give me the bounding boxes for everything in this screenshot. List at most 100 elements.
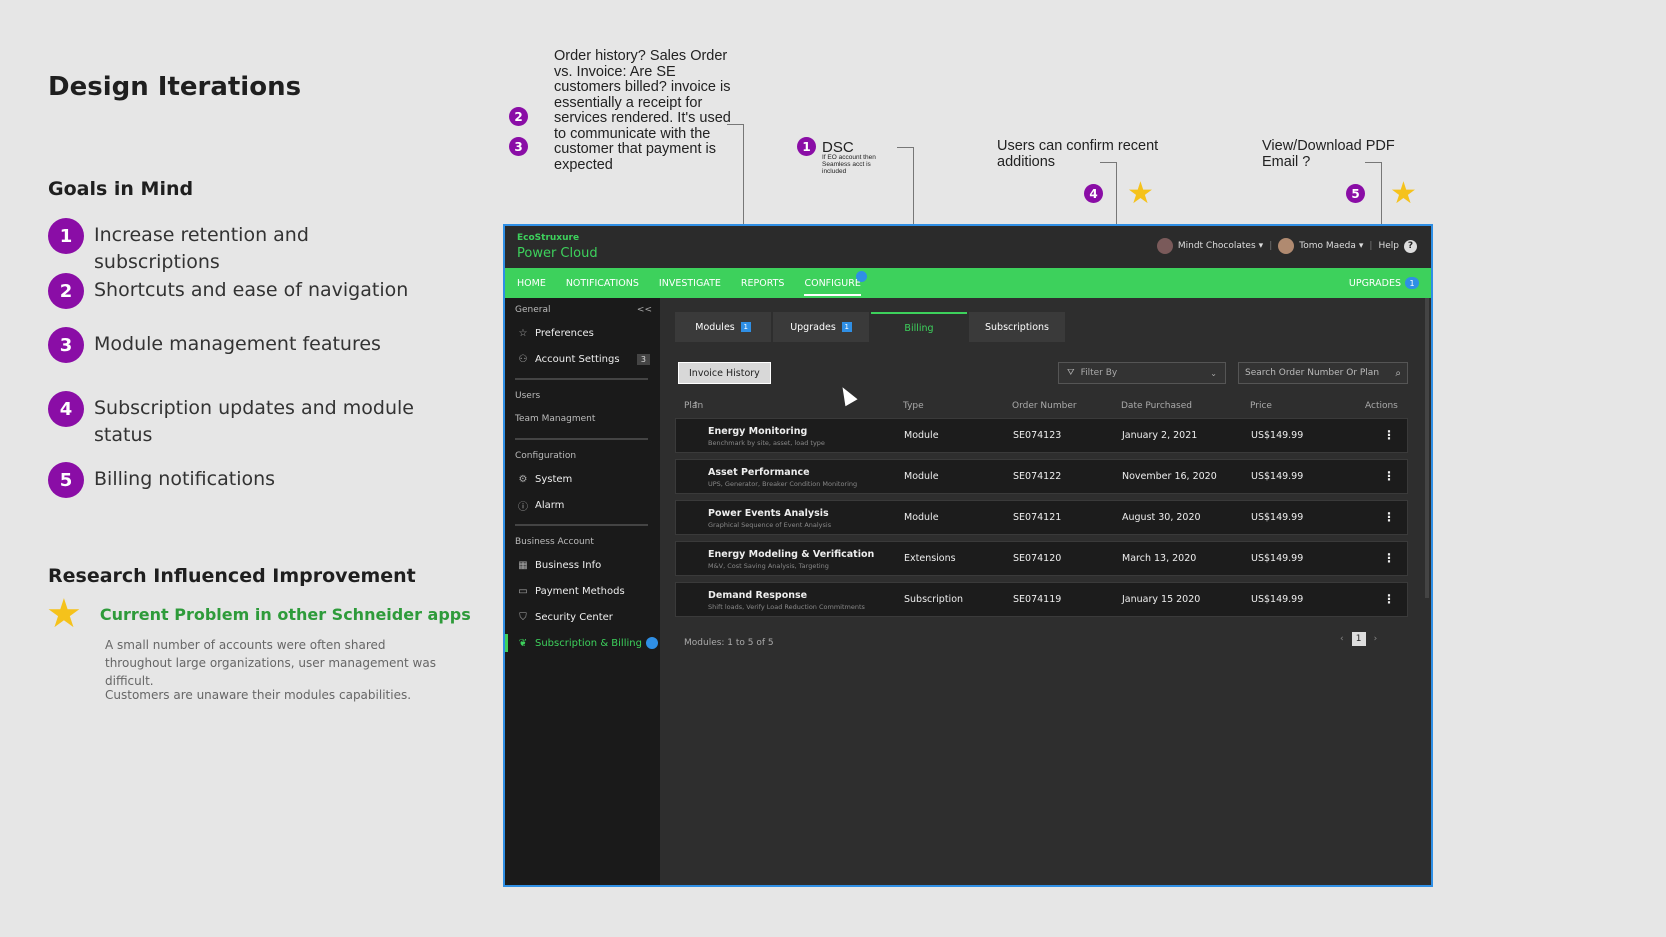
table-row[interactable]: Asset Performance UPS, Generator, Breake… — [675, 459, 1408, 494]
tab-label: Modules — [695, 321, 735, 333]
column-header-plan[interactable]: Plan ↑ — [684, 401, 704, 411]
date-purchased: January 2, 2021 — [1122, 430, 1198, 441]
goal-item: 1 Increase retention and subscriptions — [48, 218, 438, 276]
tab-upgrades[interactable]: Upgrades 1 — [773, 312, 869, 342]
kebab-menu-icon[interactable]: ⋮ — [1383, 592, 1395, 606]
chevron-down-icon[interactable]: ▾ — [1259, 241, 1264, 251]
kebab-menu-icon[interactable]: ⋮ — [1383, 551, 1395, 565]
sidebar-item-account-settings[interactable]: ⚇ Account Settings 3 — [505, 346, 660, 372]
notification-dot — [645, 637, 658, 649]
table-header: Plan ↑ Type Order Number Date Purchased … — [675, 401, 1408, 415]
problem-row: ★ Current Problem in other Schneider app… — [46, 594, 471, 634]
confirm-annotation: Users can confirm recent additions — [997, 138, 1159, 170]
price: US$149.99 — [1251, 430, 1304, 441]
annotation-badge: 5 — [1346, 184, 1365, 203]
date-purchased: January 15 2020 — [1122, 594, 1201, 605]
tab-billing[interactable]: Billing — [871, 312, 967, 342]
table-row[interactable]: Energy Monitoring Benchmark by site, ass… — [675, 418, 1408, 453]
goals-title: Goals in Mind — [48, 178, 194, 200]
sidebar-item-payment-methods[interactable]: ▭ Payment Methods — [505, 578, 660, 604]
sidebar-item-security-center[interactable]: ⛉ Security Center — [505, 604, 660, 630]
column-header-type[interactable]: Type — [903, 401, 924, 411]
tab-modules[interactable]: Modules 1 — [675, 312, 771, 342]
divider — [515, 378, 648, 380]
app-window: EcoStruxure Power Cloud Mindt Chocolates… — [503, 224, 1433, 887]
sidebar-item-label: System — [535, 473, 573, 485]
leader-line — [897, 147, 913, 148]
sidebar-section-business-account: Business Account — [515, 537, 594, 547]
main-nav: HOME NOTIFICATIONS INVESTIGATE REPORTS C… — [505, 268, 1431, 298]
org-selector[interactable]: Mindt Chocolates — [1178, 241, 1256, 251]
order-number: SE074121 — [1013, 512, 1062, 523]
leader-line — [1100, 162, 1116, 163]
sidebar-item-alarm[interactable]: ⓘ Alarm — [505, 492, 660, 518]
table-row[interactable]: Energy Modeling & Verification M&V, Cost… — [675, 541, 1408, 576]
column-header-order-number[interactable]: Order Number — [1012, 401, 1077, 411]
problem-description: A small number of accounts were often sh… — [105, 638, 436, 688]
divider — [515, 438, 648, 440]
help-icon[interactable]: ? — [1404, 239, 1417, 253]
nav-upgrades[interactable]: UPGRADES 1 — [1349, 268, 1419, 298]
collapse-icon[interactable]: << — [637, 305, 652, 315]
goal-text: Shortcuts and ease of navigation — [94, 279, 409, 301]
sidebar-section-users: Users — [515, 391, 541, 401]
nav-investigate[interactable]: INVESTIGATE — [659, 268, 721, 298]
sidebar-item-business-info[interactable]: ▦ Business Info — [505, 552, 660, 578]
order-number: SE074123 — [1013, 430, 1062, 441]
kebab-menu-icon[interactable]: ⋮ — [1383, 428, 1395, 442]
chevron-down-icon[interactable]: ▾ — [1359, 241, 1364, 251]
search-input[interactable]: Search Order Number Or Plan ⌕ — [1238, 362, 1408, 384]
dsc-note: If EO account then Seamless acct is incl… — [822, 154, 876, 175]
plan-type: Extensions — [904, 553, 956, 564]
user-menu[interactable]: Tomo Maeda — [1299, 241, 1356, 251]
table-row[interactable]: Demand Response Shift loads, Verify Load… — [675, 582, 1408, 617]
column-header-price[interactable]: Price — [1250, 401, 1272, 411]
table-row[interactable]: Power Events Analysis Graphical Sequence… — [675, 500, 1408, 535]
star-icon: ★ — [1390, 176, 1417, 211]
kebab-menu-icon[interactable]: ⋮ — [1383, 469, 1395, 483]
divider: | — [1269, 241, 1273, 251]
goal-item: 4 Subscription updates and module status — [48, 391, 438, 449]
star-icon: ★ — [1127, 176, 1154, 211]
invoice-history-button[interactable]: Invoice History — [678, 362, 771, 384]
chevron-right-icon[interactable]: › — [1374, 634, 1378, 644]
page-number-button[interactable]: 1 — [1351, 632, 1366, 646]
plan-description: UPS, Generator, Breaker Condition Monito… — [708, 480, 858, 488]
plan-description: M&V, Cost Saving Analysis, Targeting — [708, 562, 829, 570]
help-link[interactable]: Help — [1378, 241, 1399, 251]
sidebar-item-team-management[interactable]: Team Managment — [505, 406, 660, 432]
annotation-badge: 2 — [509, 107, 528, 126]
column-label: Plan — [684, 401, 704, 411]
plan-name: Power Events Analysis — [708, 508, 829, 519]
filter-dropdown[interactable]: ⛛ Filter By ⌄ — [1058, 362, 1226, 384]
sidebar: General << ☆ Preferences ⚇ Account Setti… — [505, 298, 660, 885]
leader-line — [727, 124, 743, 125]
kebab-menu-icon[interactable]: ⋮ — [1383, 510, 1395, 524]
nav-notifications[interactable]: NOTIFICATIONS — [566, 268, 639, 298]
sidebar-item-system[interactable]: ⚙ System — [505, 466, 660, 492]
leaf-icon: ❦ — [518, 637, 528, 649]
problem-description: Customers are unaware their modules capa… — [105, 688, 412, 702]
sidebar-item-preferences[interactable]: ☆ Preferences — [505, 320, 660, 346]
sidebar-section-configuration: Configuration — [515, 451, 577, 461]
shield-icon: ⛉ — [519, 611, 527, 623]
nav-reports[interactable]: REPORTS — [741, 268, 785, 298]
price: US$149.99 — [1251, 471, 1304, 482]
brand-logo[interactable]: EcoStruxure — [517, 233, 579, 243]
page-title: Design Iterations — [48, 72, 302, 102]
plan-name: Asset Performance — [708, 467, 810, 478]
sidebar-item-subscription-billing[interactable]: ❦ Subscription & Billing — [505, 630, 660, 656]
plan-type: Module — [904, 512, 939, 523]
order-number: SE074122 — [1013, 471, 1062, 482]
scrollbar[interactable] — [1425, 298, 1429, 598]
sidebar-item-label: Security Center — [535, 611, 613, 623]
card-icon: ▭ — [518, 585, 528, 597]
column-header-date[interactable]: Date Purchased — [1121, 401, 1192, 411]
chevron-left-icon[interactable]: ‹ — [1340, 634, 1344, 644]
notification-dot — [855, 271, 867, 282]
nav-configure[interactable]: CONFIGURE — [804, 268, 867, 298]
date-purchased: August 30, 2020 — [1122, 512, 1201, 523]
tab-subscriptions[interactable]: Subscriptions — [969, 312, 1065, 342]
search-icon[interactable]: ⌕ — [1395, 368, 1401, 379]
nav-home[interactable]: HOME — [517, 268, 546, 298]
